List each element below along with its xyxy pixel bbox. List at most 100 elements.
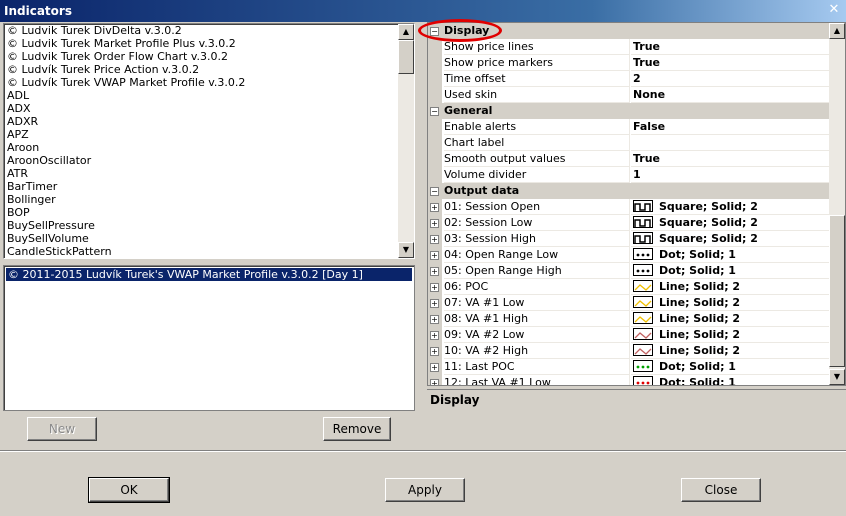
property-row[interactable]: Chart label (428, 135, 829, 151)
square-style-swatch-icon (633, 200, 653, 212)
property-row[interactable]: Time offset 2 (428, 71, 829, 87)
indicator-list-item[interactable]: BuySellVolume (4, 232, 414, 245)
indicator-list-scrollbar[interactable]: ▲ ▼ (398, 24, 414, 258)
property-row[interactable]: Volume divider 1 (428, 167, 829, 183)
property-description-pane: Display (427, 389, 846, 447)
indicator-list-item[interactable]: ATR (4, 167, 414, 180)
indicator-list-item[interactable]: BarTimer (4, 180, 414, 193)
indicator-list-item[interactable]: © Ludvík Turek Price Action v.3.0.2 (4, 63, 414, 76)
indicator-list-item[interactable]: ADL (4, 89, 414, 102)
indicator-list-item[interactable]: ADXR (4, 115, 414, 128)
property-value[interactable]: 2 (631, 71, 829, 87)
remove-button[interactable]: Remove (323, 417, 391, 441)
expand-icon[interactable]: + (430, 379, 439, 385)
grid-scroll-thumb[interactable] (829, 215, 845, 367)
indicator-list-item[interactable]: BOP (4, 206, 414, 219)
property-value[interactable]: Dot; Solid; 1 (631, 263, 829, 279)
property-row[interactable]: +03: Session High Square; Solid; 2 (428, 231, 829, 247)
property-value[interactable]: Dot; Solid; 1 (631, 375, 829, 385)
expand-icon[interactable]: + (430, 299, 439, 308)
scroll-down-arrow-icon[interactable]: ▼ (398, 242, 414, 258)
close-button[interactable]: Close (681, 478, 761, 502)
property-grid-scrollbar[interactable]: ▲ ▼ (829, 23, 845, 385)
property-value[interactable]: Line; Solid; 2 (631, 343, 829, 359)
property-row[interactable]: +04: Open Range Low Dot; Solid; 1 (428, 247, 829, 263)
indicator-list[interactable]: © Ludvik Turek DivDelta v.3.0.2 © Ludvik … (3, 23, 415, 259)
indicator-list-item[interactable]: CandleStickPattern (4, 245, 414, 258)
expand-icon[interactable]: + (430, 283, 439, 292)
property-value[interactable]: True (631, 151, 829, 167)
selected-indicator-item[interactable]: © 2011-2015 Ludvík Turek's VWAP Market P… (6, 268, 412, 281)
property-value[interactable]: Dot; Solid; 1 (631, 247, 829, 263)
row-margin (428, 119, 442, 135)
square-style-swatch-icon (633, 232, 653, 244)
scroll-thumb[interactable] (398, 40, 414, 74)
property-row[interactable]: Smooth output values True (428, 151, 829, 167)
property-row[interactable]: +05: Open Range High Dot; Solid; 1 (428, 263, 829, 279)
property-row[interactable]: Show price lines True (428, 39, 829, 55)
category-output[interactable]: − Output data (428, 183, 829, 199)
property-row[interactable]: +09: VA #2 Low Line; Solid; 2 (428, 327, 829, 343)
property-row[interactable]: +11: Last POC Dot; Solid; 1 (428, 359, 829, 375)
indicator-list-item[interactable]: © Ludvik Turek Market Profile Plus v.3.0… (4, 37, 414, 50)
property-value[interactable]: Line; Solid; 2 (631, 327, 829, 343)
property-value-text: Line; Solid; 2 (659, 312, 741, 325)
expand-icon[interactable]: + (430, 267, 439, 276)
indicator-list-item[interactable]: © Ludvik Turek Order Flow Chart v.3.0.2 (4, 50, 414, 63)
property-value[interactable]: True (631, 55, 829, 71)
expand-icon[interactable]: + (430, 347, 439, 356)
expand-icon[interactable]: + (430, 203, 439, 212)
expand-icon[interactable]: + (430, 235, 439, 244)
property-value[interactable]: Line; Solid; 2 (631, 295, 829, 311)
collapse-icon[interactable]: − (430, 107, 439, 116)
property-row[interactable]: +08: VA #1 High Line; Solid; 2 (428, 311, 829, 327)
property-row[interactable]: +02: Session Low Square; Solid; 2 (428, 215, 829, 231)
property-value-text: 2 (633, 72, 641, 85)
indicator-list-item[interactable]: ADX (4, 102, 414, 115)
indicator-list-item[interactable]: AroonOscillator (4, 154, 414, 167)
property-value[interactable]: Line; Solid; 2 (631, 311, 829, 327)
indicator-list-item[interactable]: Aroon (4, 141, 414, 154)
collapse-icon[interactable]: − (430, 187, 439, 196)
property-value[interactable]: Square; Solid; 2 (631, 231, 829, 247)
property-row[interactable]: +01: Session Open Square; Solid; 2 (428, 199, 829, 215)
property-value[interactable]: Square; Solid; 2 (631, 215, 829, 231)
ok-button[interactable]: OK (88, 477, 170, 503)
indicator-list-item[interactable]: © Ludvík Turek VWAP Market Profile v.3.0… (4, 76, 414, 89)
grid-scroll-down-arrow-icon[interactable]: ▼ (829, 369, 845, 385)
close-icon[interactable]: ✕ (826, 3, 842, 17)
property-value[interactable]: True (631, 39, 829, 55)
expand-icon[interactable]: + (430, 251, 439, 260)
new-button[interactable]: New (27, 417, 97, 441)
expand-icon[interactable]: + (430, 219, 439, 228)
indicator-list-item[interactable]: Bollinger (4, 193, 414, 206)
property-value[interactable]: Dot; Solid; 1 (631, 359, 829, 375)
property-value-text: True (633, 40, 661, 53)
expand-icon[interactable]: + (430, 331, 439, 340)
indicator-list-item[interactable]: BuySellPressure (4, 219, 414, 232)
selected-indicators-list[interactable]: © 2011-2015 Ludvík Turek's VWAP Market P… (3, 265, 415, 411)
property-row[interactable]: +06: POC Line; Solid; 2 (428, 279, 829, 295)
property-value[interactable]: False (631, 119, 829, 135)
property-row[interactable]: Used skin None (428, 87, 829, 103)
property-value[interactable]: 1 (631, 167, 829, 183)
property-value[interactable] (631, 135, 829, 151)
property-value[interactable]: Line; Solid; 2 (631, 279, 829, 295)
property-row[interactable]: +12: Last VA #1 Low Dot; Solid; 1 (428, 375, 829, 385)
scroll-up-arrow-icon[interactable]: ▲ (398, 24, 414, 40)
property-row[interactable]: Show price markers True (428, 55, 829, 71)
apply-button[interactable]: Apply (385, 478, 465, 502)
property-value[interactable]: Square; Solid; 2 (631, 199, 829, 215)
property-value[interactable]: None (631, 87, 829, 103)
expand-icon[interactable]: + (430, 363, 439, 372)
property-row[interactable]: Enable alerts False (428, 119, 829, 135)
category-general[interactable]: − General (428, 103, 829, 119)
property-grid[interactable]: − Display Show price lines True Show price m… (427, 22, 846, 386)
property-name: 05: Open Range High (444, 263, 630, 279)
property-row[interactable]: +10: VA #2 High Line; Solid; 2 (428, 343, 829, 359)
property-row[interactable]: +07: VA #1 Low Line; Solid; 2 (428, 295, 829, 311)
grid-scroll-up-arrow-icon[interactable]: ▲ (829, 23, 845, 39)
expand-icon[interactable]: + (430, 315, 439, 324)
indicator-list-item[interactable]: APZ (4, 128, 414, 141)
indicator-list-item[interactable]: © Ludvik Turek DivDelta v.3.0.2 (4, 24, 414, 37)
